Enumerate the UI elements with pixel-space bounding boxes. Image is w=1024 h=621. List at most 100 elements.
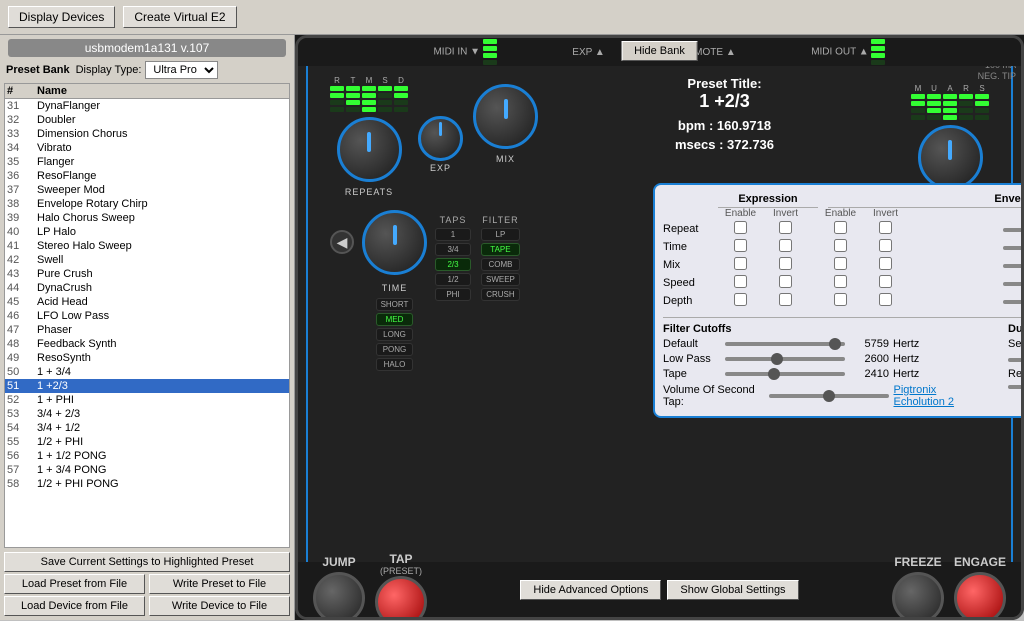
time-short-btn[interactable]: SHORT (376, 298, 414, 311)
list-item[interactable]: 543/4 + 1/2 (5, 421, 289, 435)
env-invert-time[interactable] (879, 239, 892, 252)
ducking-release-slider[interactable] (1008, 385, 1024, 389)
env-enable-speed[interactable] (834, 275, 847, 288)
list-item[interactable]: 45Acid Head (5, 295, 289, 309)
list-item[interactable]: 46LFO Low Pass (5, 309, 289, 323)
filter-tape-btn[interactable]: TAPE (481, 243, 520, 256)
left-nav-arrow[interactable]: ◀ (330, 230, 354, 254)
show-global-button[interactable]: Show Global Settings (667, 580, 798, 600)
write-preset-button[interactable]: Write Preset to File (149, 574, 290, 594)
list-item[interactable]: 41Stereo Halo Sweep (5, 239, 289, 253)
list-item[interactable]: 48Feedback Synth (5, 337, 289, 351)
list-item[interactable]: 37Sweeper Mod (5, 183, 289, 197)
tap-1-btn[interactable]: 1 (435, 228, 471, 241)
env-invert-depth[interactable] (879, 293, 892, 306)
exp-invert-repeat[interactable] (779, 221, 792, 234)
list-item[interactable]: 44DynaCrush (5, 281, 289, 295)
load-preset-button[interactable]: Load Preset from File (4, 574, 145, 594)
advanced-top: Expression Envelope Controls Enable Inve… (663, 193, 1024, 311)
exp-enable-time[interactable] (734, 239, 747, 252)
list-item[interactable]: 36ResoFlange (5, 169, 289, 183)
time-knob[interactable] (362, 210, 427, 275)
cutoff-slider-tape[interactable] (725, 372, 845, 376)
depth-knob[interactable] (918, 125, 983, 190)
exp-enable-depth[interactable] (734, 293, 747, 306)
list-item[interactable]: 31DynaFlanger (5, 99, 289, 113)
display-devices-button[interactable]: Display Devices (8, 6, 115, 28)
list-item[interactable]: 581/2 + PHI PONG (5, 477, 289, 491)
list-item[interactable]: 521 + PHI (5, 393, 289, 407)
cutoff-slider-lowpass[interactable] (725, 357, 845, 361)
mix-knob[interactable] (473, 84, 538, 149)
row-label: Repeat (663, 223, 718, 235)
sens-slider-time[interactable] (1003, 246, 1024, 250)
load-device-button[interactable]: Load Device from File (4, 596, 145, 616)
save-preset-button[interactable]: Save Current Settings to Highlighted Pre… (4, 552, 290, 572)
filter-comb-btn[interactable]: COMB (481, 258, 520, 271)
filter-sweep-btn[interactable]: SWEEP (481, 273, 520, 286)
list-item[interactable]: 32Doubler (5, 113, 289, 127)
list-item[interactable]: 561 + 1/2 PONG (5, 449, 289, 463)
repeats-knob[interactable] (337, 117, 402, 182)
create-virtual-button[interactable]: Create Virtual E2 (123, 6, 236, 28)
list-item[interactable]: 533/4 + 2/3 (5, 407, 289, 421)
filter-lp-btn[interactable]: LP (481, 228, 520, 241)
time-long-btn[interactable]: LONG (376, 328, 414, 341)
list-item[interactable]: 35Flanger (5, 155, 289, 169)
list-item[interactable]: 501 + 3/4 (5, 365, 289, 379)
exp-invert-time[interactable] (779, 239, 792, 252)
tap-1-2-btn[interactable]: 1/2 (435, 273, 471, 286)
env-invert-mix[interactable] (879, 257, 892, 270)
list-item[interactable]: 551/2 + PHI (5, 435, 289, 449)
vol-tap-slider[interactable] (769, 394, 889, 398)
sens-slider-speed[interactable] (1003, 282, 1024, 286)
jump-footswitch[interactable] (313, 572, 365, 620)
time-halo-btn[interactable]: HALO (376, 358, 414, 371)
exp-knob[interactable] (418, 116, 463, 161)
exp-enable-repeat[interactable] (734, 221, 747, 234)
sens-slider-repeat[interactable] (1003, 228, 1024, 232)
tap-3-4-btn[interactable]: 3/4 (435, 243, 471, 256)
env-enable-repeat[interactable] (834, 221, 847, 234)
list-item[interactable]: 34Vibrato (5, 141, 289, 155)
engage-footswitch[interactable] (954, 572, 1006, 620)
cutoff-row: Default 5759 Hertz (663, 338, 988, 350)
write-device-button[interactable]: Write Device to File (149, 596, 290, 616)
env-enable-time[interactable] (834, 239, 847, 252)
sens-slider-mix[interactable] (1003, 264, 1024, 268)
freeze-footswitch[interactable] (892, 572, 944, 620)
tap-2-3-btn[interactable]: 2/3 (435, 258, 471, 271)
list-item[interactable]: 43Pure Crush (5, 267, 289, 281)
ducking-sensitivity-slider[interactable] (1008, 358, 1024, 362)
hide-bank-button[interactable]: Hide Bank (621, 41, 698, 61)
sens-slider-depth[interactable] (1003, 300, 1024, 304)
exp-enable-mix[interactable] (734, 257, 747, 270)
list-item[interactable]: 571 + 3/4 PONG (5, 463, 289, 477)
tap-footswitch[interactable] (375, 576, 427, 621)
filter-crush-btn[interactable]: CRUSH (481, 288, 520, 301)
list-item[interactable]: 42Swell (5, 253, 289, 267)
advanced-row: Depth (663, 293, 1024, 309)
exp-invert-mix[interactable] (779, 257, 792, 270)
list-item[interactable]: 40LP Halo (5, 225, 289, 239)
exp-invert-speed[interactable] (779, 275, 792, 288)
time-pong-btn[interactable]: PONG (376, 343, 414, 356)
list-item[interactable]: 39Halo Chorus Sweep (5, 211, 289, 225)
list-item[interactable]: 33Dimension Chorus (5, 127, 289, 141)
pigtronix-link[interactable]: Pigtronix Echolution 2 (893, 384, 988, 408)
hide-advanced-button[interactable]: Hide Advanced Options (520, 580, 661, 600)
list-item[interactable]: 49ResoSynth (5, 351, 289, 365)
env-enable-mix[interactable] (834, 257, 847, 270)
exp-invert-depth[interactable] (779, 293, 792, 306)
tap-phi-btn[interactable]: PHI (435, 288, 471, 301)
cutoff-slider-default[interactable] (725, 342, 845, 346)
list-item[interactable]: 511 +2/3 (5, 379, 289, 393)
env-invert-speed[interactable] (879, 275, 892, 288)
time-med-btn[interactable]: MED (376, 313, 414, 326)
env-enable-depth[interactable] (834, 293, 847, 306)
env-invert-repeat[interactable] (879, 221, 892, 234)
display-type-select[interactable]: Ultra Pro Standard Compact (145, 61, 218, 79)
list-item[interactable]: 38Envelope Rotary Chirp (5, 197, 289, 211)
exp-enable-speed[interactable] (734, 275, 747, 288)
list-item[interactable]: 47Phaser (5, 323, 289, 337)
